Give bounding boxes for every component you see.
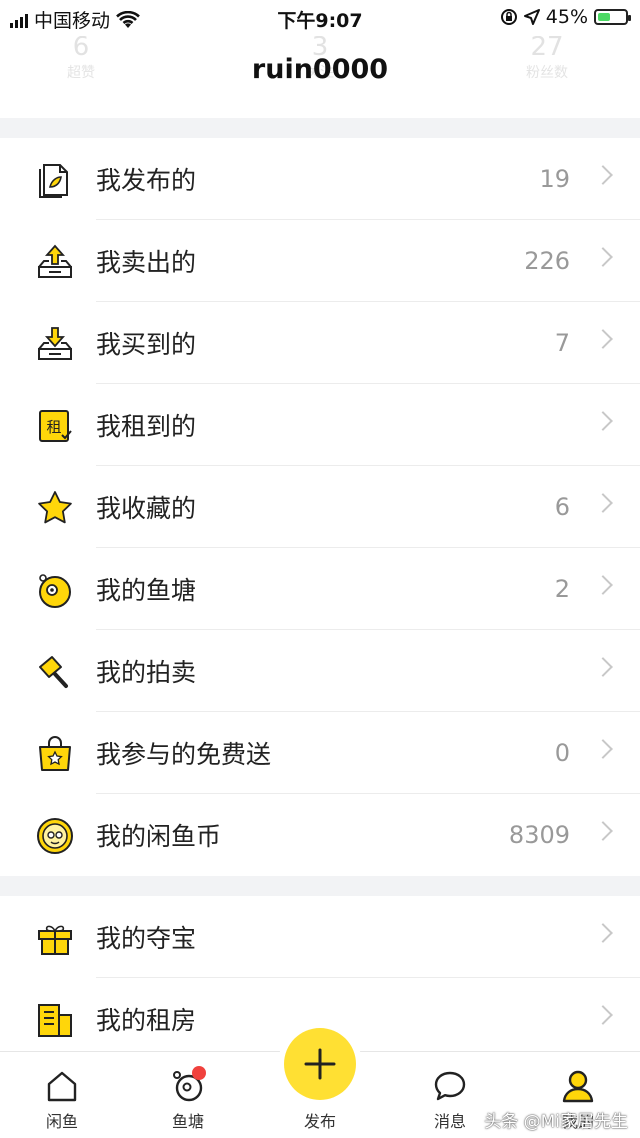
tab-messages[interactable]: 消息 — [410, 1068, 490, 1132]
rent-badge-text: 租 — [46, 418, 61, 436]
auction-hammer-icon — [39, 656, 68, 688]
document-leaf-icon — [39, 164, 68, 198]
status-bar: 中国移动 下午9:07 45% — [0, 0, 640, 36]
menu-item-treasure[interactable]: 我的夺宝 — [0, 896, 640, 978]
rotation-lock-icon — [500, 9, 517, 25]
menu-item-count: 226 — [524, 247, 570, 275]
watermark: 头条 @Mi家居先生 — [484, 1112, 628, 1132]
gift-box-icon — [38, 925, 72, 955]
chevron-right-icon — [593, 923, 613, 943]
location-icon — [523, 9, 540, 25]
menu-item-published[interactable]: 我发布的 19 — [0, 138, 640, 220]
menu-item-label: 我的租房 — [96, 1006, 197, 1035]
tray-upload-icon — [38, 244, 72, 278]
menu-item-label: 我发布的 — [96, 166, 197, 195]
menu-item-rented[interactable]: 租 我租到的 — [0, 384, 640, 466]
chevron-right-icon — [593, 247, 613, 267]
battery-percent: 45% — [545, 6, 588, 28]
profile-header: 6 超赞 3 关注 27 粉丝数 ruin0000 — [0, 32, 640, 118]
home-icon — [47, 1071, 77, 1102]
chevron-right-icon — [593, 329, 613, 349]
chevron-right-icon — [593, 1005, 613, 1025]
menu-item-label: 我的鱼塘 — [96, 576, 197, 605]
tab-pond[interactable]: 鱼塘 — [148, 1066, 228, 1132]
battery-icon — [594, 9, 631, 25]
battery-fill — [598, 13, 610, 21]
plus-icon — [304, 1048, 336, 1080]
menu-item-label: 我参与的免费送 — [96, 740, 272, 769]
menu-item-free-giveaway[interactable]: 我参与的免费送 0 — [0, 712, 640, 794]
menu-item-coins[interactable]: 我的闲鱼币 8309 — [0, 794, 640, 876]
tab-label: 鱼塘 — [171, 1112, 204, 1131]
menu-item-pond[interactable]: 我的鱼塘 2 — [0, 548, 640, 630]
chevron-right-icon — [593, 493, 613, 513]
menu-item-label: 我的拍卖 — [96, 658, 197, 687]
menu-item-label: 我收藏的 — [96, 494, 197, 523]
menu-item-auction[interactable]: 我的拍卖 — [0, 630, 640, 712]
menu-item-sold[interactable]: 我卖出的 226 — [0, 220, 640, 302]
chevron-right-icon — [593, 821, 613, 841]
coin-icon — [37, 818, 73, 854]
rent-badge-icon: 租 — [39, 410, 72, 442]
tray-download-icon — [38, 327, 72, 360]
menu-item-label: 我卖出的 — [96, 248, 197, 277]
chevron-right-icon — [593, 739, 613, 759]
tab-label-publish: 发布 — [303, 1112, 336, 1131]
publish-button[interactable] — [284, 1028, 356, 1100]
menu-item-favorites[interactable]: 我收藏的 6 — [0, 466, 640, 548]
menu-item-bought[interactable]: 我买到的 7 — [0, 302, 640, 384]
menu-group-main: 我发布的 19 我卖出的 226 我买到的 7 租 我租到的 我收藏的 6 我的… — [0, 138, 640, 876]
building-icon — [38, 1004, 72, 1037]
tab-label: 消息 — [433, 1112, 466, 1131]
menu-item-count: 2 — [554, 575, 570, 603]
chevron-right-icon — [593, 411, 613, 431]
chevron-right-icon — [593, 657, 613, 677]
tab-home[interactable]: 闲鱼 — [22, 1068, 102, 1132]
menu-item-count: 6 — [554, 493, 570, 521]
star-icon — [38, 491, 72, 524]
menu-item-count: 8309 — [508, 821, 570, 849]
menu-item-label: 我买到的 — [96, 330, 197, 359]
menu-item-label: 我的夺宝 — [96, 924, 197, 953]
tab-label: 闲鱼 — [45, 1112, 78, 1131]
menu-item-label: 我租到的 — [96, 412, 197, 441]
tab-bar: 闲鱼 鱼塘 发布 消息 我的 头条 @Mi家居先生 — [0, 1028, 640, 1138]
notification-badge — [192, 1066, 206, 1080]
chevron-right-icon — [593, 575, 613, 595]
profile-icon — [562, 1070, 594, 1103]
chevron-right-icon — [593, 165, 613, 185]
menu-item-count: 19 — [539, 165, 570, 193]
menu-item-count: 0 — [554, 739, 570, 767]
pond-icon — [39, 574, 71, 608]
message-icon — [434, 1071, 466, 1101]
page-title: ruin0000 — [251, 54, 389, 85]
menu-item-count: 7 — [554, 329, 570, 357]
status-right: 45% — [500, 6, 631, 28]
gift-bag-icon — [39, 736, 71, 771]
menu-item-label: 我的闲鱼币 — [96, 822, 222, 851]
